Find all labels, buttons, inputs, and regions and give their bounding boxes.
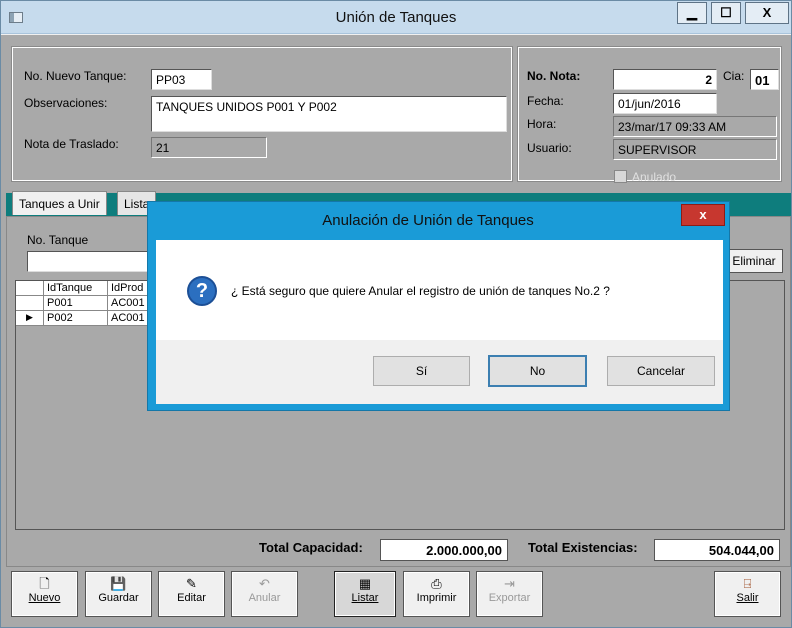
no-nota-field[interactable]: 2 xyxy=(613,69,717,90)
no-tanque-label: No. Tanque xyxy=(27,233,89,247)
save-icon: 💾 xyxy=(110,576,127,591)
dialog-body: ? ¿ Está seguro que quiere Anular el reg… xyxy=(156,240,723,340)
guardar-label: Guardar xyxy=(98,592,139,604)
dialog-footer: Sí No Cancelar xyxy=(156,340,723,404)
nuevo-label: Nuevo xyxy=(28,592,61,604)
no-button[interactable]: No xyxy=(488,355,587,387)
cia-label: Cia: xyxy=(723,69,745,83)
eliminar-button[interactable]: Eliminar xyxy=(725,249,783,273)
row-selector[interactable] xyxy=(16,296,44,311)
total-capacidad-field: 2.000.000,00 xyxy=(380,539,508,561)
listar-label: Listar xyxy=(351,592,379,604)
hora-label: Hora: xyxy=(527,117,557,131)
listar-button[interactable]: ▦ Listar xyxy=(334,571,396,617)
dialog-close-button[interactable]: x xyxy=(681,204,725,226)
fecha-label: Fecha: xyxy=(527,94,564,108)
minimize-button[interactable]: ▁ xyxy=(677,2,707,24)
imprimir-label: Imprimir xyxy=(416,592,457,604)
dialog-title: Anulación de Unión de Tanques xyxy=(322,212,534,229)
export-icon: ⇥ xyxy=(504,576,515,591)
nota-info-group xyxy=(517,46,782,182)
anular-label: Anular xyxy=(248,592,281,604)
editar-label: Editar xyxy=(177,592,206,604)
no-nota-label: No. Nota: xyxy=(527,69,581,83)
guardar-button[interactable]: 💾 Guardar xyxy=(85,571,152,617)
anular-button[interactable]: ↶ Anular xyxy=(231,571,298,617)
exportar-label: Exportar xyxy=(488,592,531,604)
main-window: Unión de Tanques ▁ ☐ X No. Nuevo Tanque:… xyxy=(0,0,792,628)
yes-button[interactable]: Sí xyxy=(373,356,470,386)
usuario-label: Usuario: xyxy=(527,141,572,155)
total-existencias-label: Total Existencias: xyxy=(528,540,638,555)
window-title: Unión de Tanques xyxy=(335,9,457,26)
observaciones-field[interactable]: TANQUES UNIDOS P001 Y P002 xyxy=(151,96,507,132)
maximize-button[interactable]: ☐ xyxy=(711,2,741,24)
nota-traslado-field: 21 xyxy=(151,137,267,158)
grid-corner xyxy=(16,281,44,296)
list-icon: ▦ xyxy=(358,576,372,591)
anulado-checkbox[interactable] xyxy=(614,170,627,183)
exit-door-icon: ⍈ xyxy=(743,576,752,591)
cancel-button[interactable]: Cancelar xyxy=(607,356,715,386)
hora-field: 23/mar/17 09:33 AM xyxy=(613,116,777,137)
anulado-label: Anulado xyxy=(632,170,677,184)
edit-icon: ✎ xyxy=(186,576,197,591)
nuevo-button[interactable]: 🗋 Nuevo xyxy=(11,571,78,617)
observaciones-label: Observaciones: xyxy=(24,96,108,110)
question-icon: ? xyxy=(187,276,217,306)
nota-traslado-label: Nota de Traslado: xyxy=(24,137,119,151)
close-button[interactable]: X xyxy=(745,2,789,24)
editar-button[interactable]: ✎ Editar xyxy=(158,571,225,617)
table-row-idtanque[interactable]: P001 xyxy=(44,296,108,311)
confirm-dialog: Anulación de Unión de Tanques x ? ¿ Está… xyxy=(147,201,730,411)
imprimir-button[interactable]: ⎙ Imprimir xyxy=(403,571,470,617)
tab-tanques-a-unir[interactable]: Tanques a Unir xyxy=(12,191,107,215)
total-existencias-field: 504.044,00 xyxy=(654,539,780,561)
usuario-field: SUPERVISOR xyxy=(613,139,777,160)
printer-icon: ⎙ xyxy=(431,576,442,591)
exportar-button[interactable]: ⇥ Exportar xyxy=(476,571,543,617)
fecha-field[interactable]: 01/jun/2016 xyxy=(613,93,717,114)
nuevo-tanque-label: No. Nuevo Tanque: xyxy=(24,69,127,83)
undo-icon: ↶ xyxy=(259,576,270,591)
salir-button[interactable]: ⍈ Salir xyxy=(714,571,781,617)
grid-header-idtanque[interactable]: IdTanque xyxy=(44,281,108,296)
total-capacidad-label: Total Capacidad: xyxy=(259,540,363,555)
current-row-arrow-icon[interactable]: ▶ xyxy=(16,311,44,326)
table-row-idtanque[interactable]: P002 xyxy=(44,311,108,326)
new-document-icon: 🗋 xyxy=(39,576,50,591)
dialog-message: ¿ Está seguro que quiere Anular el regis… xyxy=(231,284,610,298)
no-tanque-field[interactable] xyxy=(27,251,157,272)
title-bar: Unión de Tanques ▁ ☐ X xyxy=(1,1,791,34)
salir-label: Salir xyxy=(736,592,759,604)
nuevo-tanque-field[interactable]: PP03 xyxy=(151,69,212,90)
cia-field[interactable]: 01 xyxy=(750,69,779,90)
